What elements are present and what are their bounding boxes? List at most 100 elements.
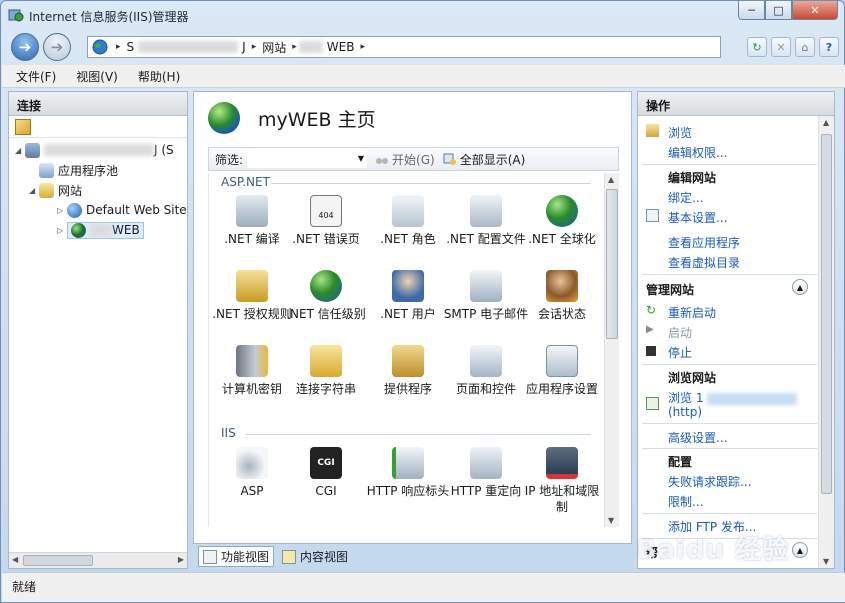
breadcrumb-server[interactable]: S (127, 40, 135, 54)
scroll-up-icon[interactable]: ▲ (823, 118, 829, 127)
refresh-button[interactable]: ↻ (747, 37, 767, 57)
scroll-thumb[interactable] (821, 134, 832, 494)
email-icon (470, 270, 502, 302)
section-divider (642, 164, 817, 165)
breadcrumb-sites[interactable]: 网站 (262, 39, 286, 56)
close-button[interactable]: ✕ (792, 1, 838, 20)
feature-app-settings[interactable]: 应用程序设置 (519, 345, 605, 397)
scroll-right-icon[interactable]: ▶ (178, 555, 184, 564)
menu-file[interactable]: 文件(F) (16, 68, 56, 85)
failed-request-tracing-link[interactable]: 失败请求跟踪... (668, 473, 751, 490)
asp-icon (236, 447, 268, 479)
view-applications-link[interactable]: 查看应用程序 (668, 234, 740, 251)
tab-features-view[interactable]: 功能视图 (198, 546, 275, 567)
chevron-down-icon[interactable]: ▼ (358, 154, 364, 163)
connections-header: 连接 (9, 92, 187, 116)
maximize-button[interactable]: □ (765, 1, 792, 20)
feature-smtp-email[interactable]: SMTP 电子邮件 (443, 270, 529, 322)
menu-view[interactable]: 视图(V) (76, 68, 118, 85)
globe-icon (92, 39, 108, 55)
view-virtual-dirs-link[interactable]: 查看虚拟目录 (668, 254, 740, 271)
ip-restriction-icon (546, 447, 578, 479)
feature-ip-domain-restrictions[interactable]: IP 地址和域限制 (519, 447, 605, 515)
actions-vscrollbar[interactable]: ▲ ▼ (818, 116, 834, 568)
feature-http-response-headers[interactable]: HTTP 响应标头 (365, 447, 451, 499)
stop-link[interactable]: 停止 (668, 344, 692, 361)
pages-icon (470, 345, 502, 377)
scroll-down-icon[interactable]: ▼ (608, 516, 614, 525)
feature-net-error-pages[interactable]: 404 .NET 错误页 (283, 195, 369, 247)
group-iis-header[interactable]: IIS (221, 426, 236, 440)
tree-node-app-pools[interactable]: 应用程序池 (39, 161, 118, 179)
collapse-arrow-icon[interactable]: ◢ (29, 186, 39, 195)
group-aspnet-header[interactable]: ASP.NET (221, 175, 270, 189)
tree-node-default-site[interactable]: ▷ Default Web Site (57, 201, 187, 219)
connect-icon[interactable] (15, 119, 31, 135)
server-icon (25, 142, 40, 158)
feature-http-redirect[interactable]: HTTP 重定向 (443, 447, 529, 499)
compilation-icon (236, 195, 268, 227)
feature-connection-strings[interactable]: 连接字符串 (283, 345, 369, 397)
advanced-settings-link[interactable]: 高级设置... (668, 429, 727, 446)
connections-hscrollbar[interactable]: ◀ ▶ (9, 552, 187, 568)
tab-label: 内容视图 (300, 550, 349, 564)
stop-nav-button[interactable]: ✕ (771, 37, 791, 57)
feature-net-trust-levels[interactable]: .NET 信任级别 (283, 270, 369, 322)
tree-node-sites[interactable]: ◢ 网站 (29, 181, 82, 199)
menu-help[interactable]: 帮助(H) (138, 68, 180, 85)
feature-cgi[interactable]: CGI CGI (283, 447, 369, 499)
start-filter-button[interactable]: 开始(G) (375, 151, 435, 168)
feature-label: .NET 角色 (380, 232, 436, 246)
feature-providers[interactable]: 提供程序 (365, 345, 451, 397)
browse-port-link[interactable]: 浏览 1 (668, 389, 798, 406)
basic-settings-link[interactable]: 基本设置... (668, 209, 727, 226)
tree-node-server[interactable]: ◢ J (S (15, 141, 174, 159)
address-bar[interactable]: ▸ S J ▸ 网站 ▸ WEB ▸ (87, 36, 721, 58)
minimize-button[interactable]: ─ (738, 1, 765, 20)
tree-node-my-site[interactable]: ▷ WEB (57, 221, 144, 239)
help-button[interactable]: ? (819, 37, 839, 57)
edit-permissions-link[interactable]: 编辑权限... (668, 144, 727, 161)
breadcrumb-site[interactable]: WEB (327, 40, 355, 54)
expand-arrow-icon[interactable]: ▷ (57, 206, 67, 215)
scroll-thumb[interactable] (23, 555, 93, 566)
feature-net-roles[interactable]: .NET 角色 (365, 195, 451, 247)
features-vscrollbar[interactable]: ▲ ▼ (604, 173, 619, 527)
expand-arrow-icon[interactable]: ▷ (57, 226, 67, 235)
feature-label: .NET 编译 (224, 232, 280, 246)
collapse-icon[interactable]: ▲ (792, 279, 808, 295)
tab-content-view[interactable]: 内容视图 (278, 546, 352, 567)
show-all-button[interactable]: 全部显示(A) (443, 151, 525, 168)
breadcrumb-server-end[interactable]: J (242, 40, 246, 54)
forward-button[interactable]: ➔ (43, 33, 71, 61)
start-label: 开始(G) (392, 152, 435, 167)
limits-link[interactable]: 限制... (668, 493, 703, 510)
scroll-left-icon[interactable]: ◀ (12, 555, 18, 564)
window-title: Internet 信息服务(IIS)管理器 (29, 10, 189, 24)
feature-net-globalization[interactable]: .NET 全球化 (519, 195, 605, 247)
group-divider (271, 183, 591, 184)
feature-pages-controls[interactable]: 页面和控件 (443, 345, 529, 397)
collapse-icon[interactable]: ▲ (792, 542, 808, 558)
scroll-up-icon[interactable]: ▲ (608, 175, 614, 184)
home-button[interactable]: ⌂ (795, 37, 815, 57)
collapse-arrow-icon[interactable]: ◢ (15, 146, 25, 155)
restart-link[interactable]: 重新启动 (668, 304, 716, 321)
feature-net-users[interactable]: .NET 用户 (365, 270, 451, 322)
back-button[interactable]: ➔ (11, 33, 39, 61)
page-header: myWEB 主页 (208, 102, 376, 134)
feature-session-state[interactable]: 会话状态 (519, 270, 605, 322)
bindings-link[interactable]: 绑定... (668, 189, 703, 206)
selected-site[interactable]: WEB (67, 221, 144, 239)
feature-net-profile[interactable]: .NET 配置文件 (443, 195, 529, 247)
scroll-down-icon[interactable]: ▼ (823, 557, 829, 566)
connections-toolbar (9, 116, 187, 138)
browse-http-link[interactable]: (http) (668, 405, 702, 419)
scroll-thumb[interactable] (606, 189, 618, 339)
breadcrumb-separator: ▸ (116, 42, 121, 52)
view-tabs: 功能视图 内容视图 (198, 546, 352, 568)
filter-input[interactable]: ▼ (247, 150, 368, 168)
browse-link[interactable]: 浏览 (668, 124, 692, 141)
start-link[interactable]: 启动 (668, 324, 692, 341)
app-settings-icon (546, 345, 578, 377)
